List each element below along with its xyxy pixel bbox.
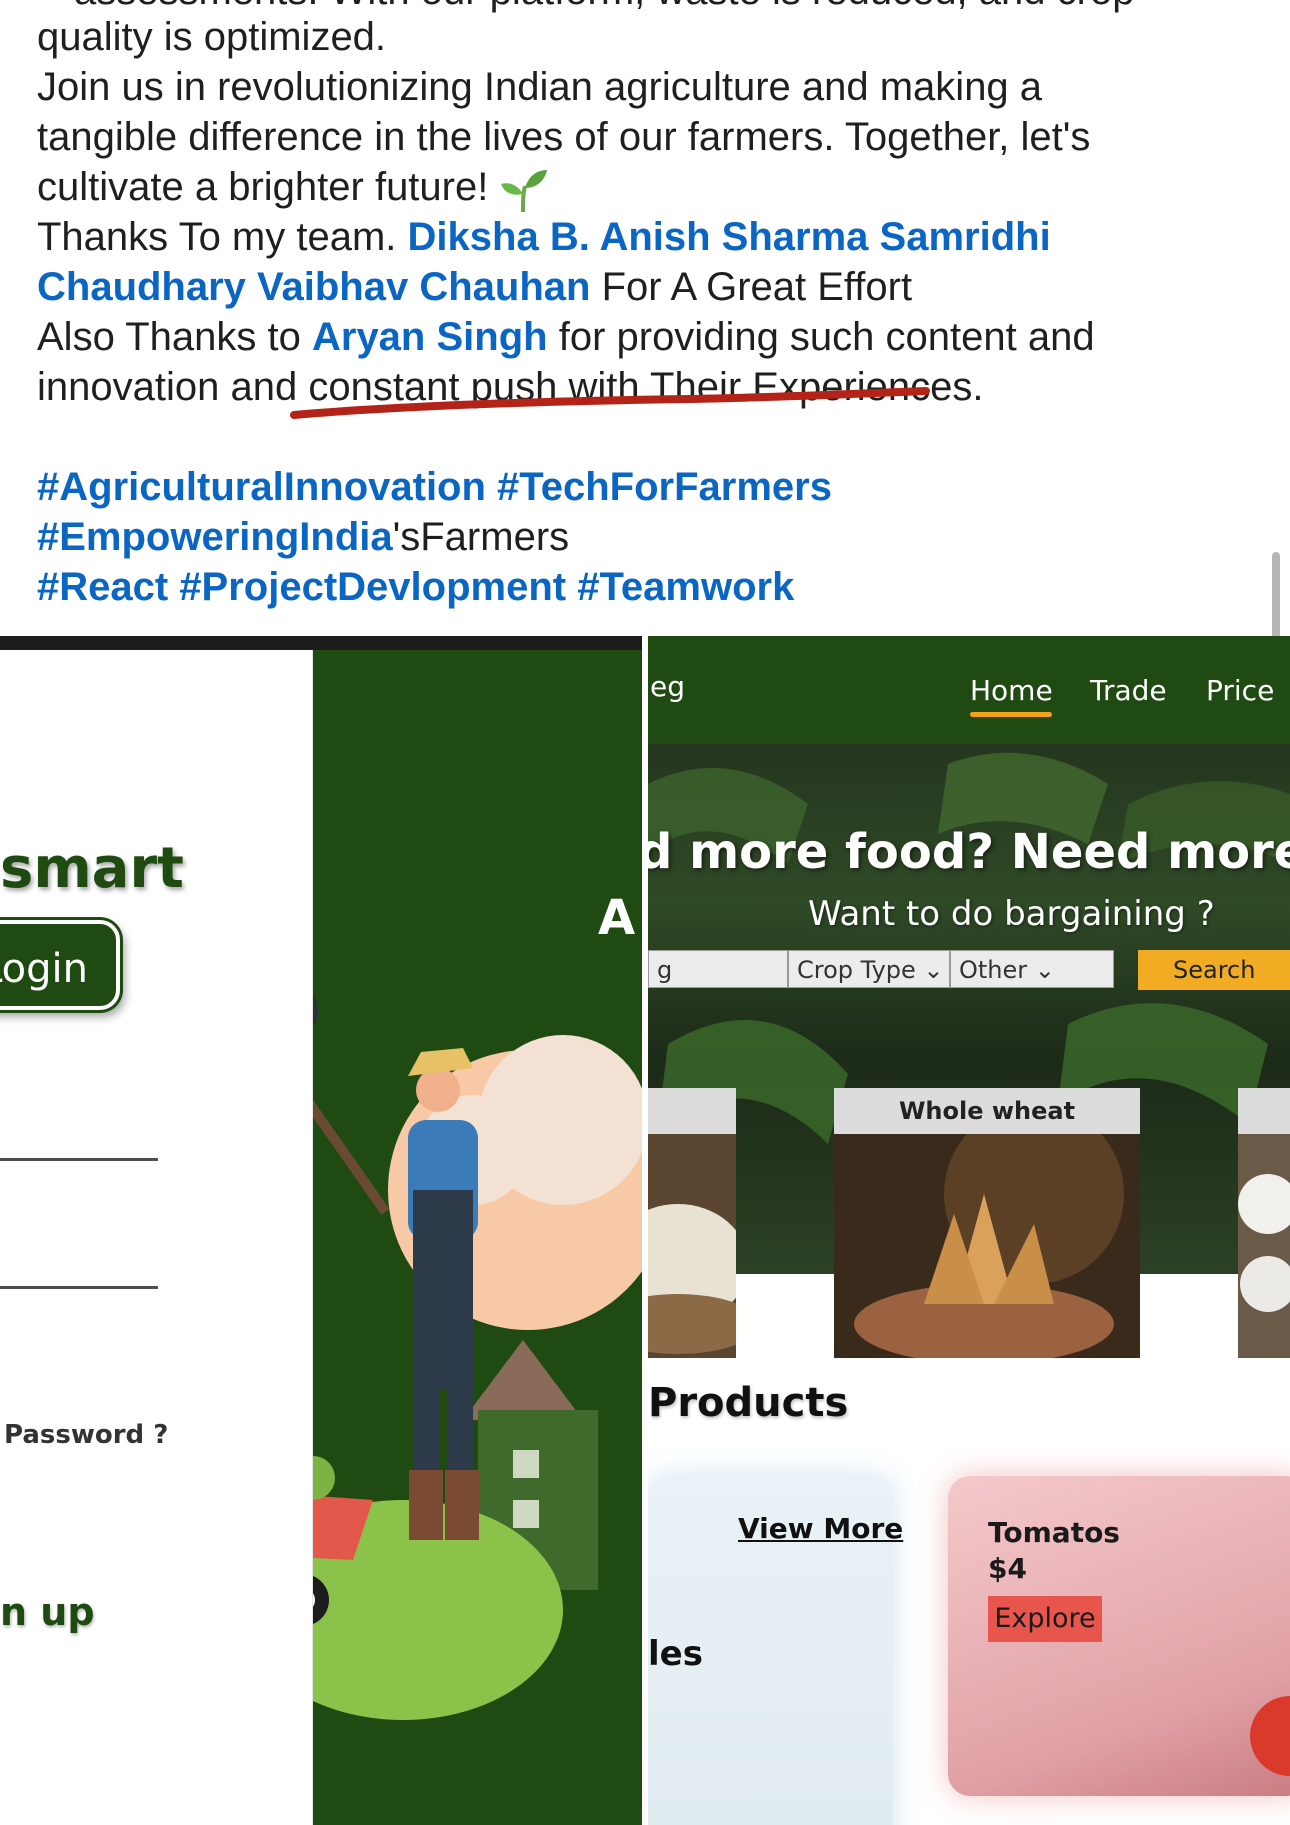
login-button[interactable]: Login — [0, 920, 120, 1010]
cotton-image — [1238, 1134, 1290, 1358]
post-line-4: cultivate a brighter future! — [37, 162, 549, 214]
hashtag-suffix-text: 'sFarmers — [392, 515, 570, 559]
hashtags-line-2: #EmpoweringIndia'sFarmers — [37, 512, 569, 562]
chevron-down-icon: ⌄ — [923, 956, 944, 984]
sprout-emoji-icon — [501, 170, 548, 213]
login-screenshot: smart Login Password ? n up A — [0, 636, 642, 1825]
crop-card-rice[interactable] — [648, 1088, 736, 1358]
crop-card-label-empty-2 — [1238, 1088, 1290, 1134]
post-line-6: Chaudhary Vaibhav Chauhan For A Great Ef… — [37, 262, 912, 312]
crop-card-label: Whole wheat — [834, 1088, 1140, 1134]
providing-content-text: for providing such content and — [558, 315, 1095, 359]
hero-headline: d more food? Need more fa — [648, 824, 1290, 880]
red-underline-annotation — [290, 387, 930, 419]
team-mentions-link[interactable]: Diksha B. Anish Sharma Samridhi — [408, 215, 1051, 259]
view-more-link[interactable]: View More — [738, 1512, 903, 1545]
marketplace-screenshot: eg Home Trade Price d more food? Need mo… — [648, 636, 1290, 1825]
post-line-7: Also Thanks to Aryan Singh for providing… — [37, 312, 1095, 362]
search-button[interactable]: Search — [1138, 950, 1290, 990]
post-line-2: Join us in revolutionizing Indian agricu… — [37, 65, 1043, 109]
tomato-image — [1250, 1696, 1290, 1776]
search-bar: g Crop Type ⌄ Other ⌄ Search — [648, 950, 1290, 990]
crop-card-label-empty — [648, 1088, 736, 1134]
crop-card-cotton[interactable] — [1238, 1088, 1290, 1358]
wheat-in-hands-image — [834, 1134, 1140, 1358]
mention-aryan-singh[interactable]: Aryan Singh — [312, 315, 548, 359]
brand-text: smart — [0, 836, 184, 901]
great-effort-text: For A Great Effort — [601, 265, 913, 309]
nav-price[interactable]: Price — [1206, 674, 1274, 707]
hashtags-line-3[interactable]: #React #ProjectDevlopment #Teamwork — [37, 562, 794, 612]
rice-image — [648, 1134, 736, 1358]
post-line-3: tangible difference in the lives of our … — [37, 115, 1091, 159]
other-dropdown[interactable]: Other ⌄ — [950, 950, 1114, 988]
nav-home[interactable]: Home — [970, 674, 1053, 707]
post-line-1: quality is optimized. — [37, 15, 387, 59]
password-field[interactable] — [0, 1286, 158, 1289]
hashtag-empowering-india[interactable]: #EmpoweringIndia — [37, 515, 393, 559]
product-name: Tomatos — [988, 1516, 1120, 1549]
team-thanks-text: Thanks To my team. — [37, 215, 397, 259]
crop-type-dropdown[interactable]: Crop Type ⌄ — [788, 950, 950, 988]
post-line-5: Thanks To my team. Diksha B. Anish Sharm… — [37, 212, 1051, 262]
other-label: Other — [959, 956, 1028, 984]
nav-active-indicator — [970, 712, 1052, 717]
post-image-collage[interactable]: smart Login Password ? n up A — [0, 636, 1290, 1825]
nav-trade[interactable]: Trade — [1090, 674, 1167, 707]
post-line-4-text: cultivate a brighter future! — [37, 165, 489, 209]
products-heading: Products — [648, 1380, 849, 1426]
farmer-illustration-panel: A — [313, 650, 642, 1825]
crop-type-label: Crop Type — [797, 956, 916, 984]
username-field[interactable] — [0, 1158, 158, 1161]
screenshot-top-border — [0, 636, 642, 650]
site-logo-fragment: eg — [650, 670, 685, 703]
login-form-panel: smart Login Password ? n up — [0, 650, 314, 1825]
also-thanks-text: Also Thanks to — [37, 315, 301, 359]
team-mentions-link-2[interactable]: Chaudhary Vaibhav Chauhan — [37, 265, 590, 309]
farmer-illustration — [313, 992, 642, 1720]
hero-subheadline: Want to do bargaining ? — [808, 894, 1215, 934]
search-input[interactable]: g — [648, 950, 788, 988]
site-navbar: eg Home Trade Price — [648, 636, 1290, 744]
product-price: $4 — [988, 1552, 1027, 1585]
hashtags-line-1[interactable]: #AgriculturalInnovation #TechForFarmers — [37, 462, 832, 512]
chevron-down-icon: ⌄ — [1034, 956, 1055, 984]
signup-link[interactable]: n up — [0, 1590, 95, 1634]
explore-button[interactable]: Explore — [988, 1596, 1102, 1642]
forgot-password-link[interactable]: Password ? — [4, 1420, 168, 1450]
category-fragment: les — [648, 1634, 703, 1674]
crop-card-wheat[interactable]: Whole wheat — [834, 1088, 1140, 1358]
